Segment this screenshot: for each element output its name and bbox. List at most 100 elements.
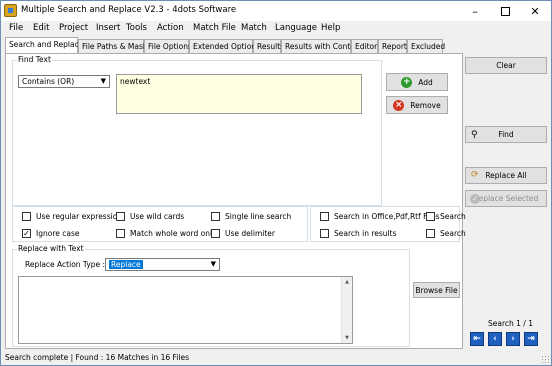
remove-button[interactable]: × Remove — [386, 96, 448, 114]
status-bar-text: Search complete | Found : 16 Matches in … — [5, 353, 189, 362]
search-a-checkbox[interactable]: Search — [426, 212, 466, 221]
checkbox-box — [426, 229, 435, 238]
action-type-value: Replace — [109, 260, 143, 269]
tab-search-and-replace[interactable]: Search and Replace — [5, 37, 83, 53]
ignore-case-label: Ignore case — [36, 229, 80, 238]
clear-button[interactable]: Clear — [465, 57, 547, 74]
tab-results-with-context[interactable]: Results with Context — [281, 39, 362, 53]
maximize-icon — [500, 6, 510, 16]
match-whole-word-label: Match whole word only — [130, 229, 217, 238]
checkbox-box — [211, 212, 220, 221]
plus-icon: + — [401, 76, 413, 88]
single-line-label: Single line search — [225, 212, 292, 221]
tab-extended-options[interactable]: Extended Options — [189, 39, 260, 53]
action-type-label: Replace Action Type : — [25, 260, 106, 269]
browse-file-button[interactable]: Browse File — [413, 282, 460, 298]
scroll-down-icon: ▼ — [345, 335, 349, 341]
find-text-input[interactable]: newtext — [116, 74, 362, 114]
maximize-button[interactable] — [490, 1, 520, 21]
magnifier-icon: ⚲ — [471, 130, 478, 140]
find-text-label: Find Text — [17, 55, 52, 64]
search-counter: Search 1 / 1 — [488, 319, 533, 328]
find-label: Find — [498, 130, 514, 139]
chevron-down-icon: ▼ — [210, 260, 216, 268]
tab-excluded[interactable]: Excluded — [407, 39, 445, 53]
clear-label: Clear — [496, 61, 516, 70]
search-replace-panel: Find Text Contains (OR) ▼ newtext + Add … — [5, 53, 466, 349]
remove-label: Remove — [410, 100, 441, 110]
app-window: Multiple Search and Replace V2.3 - 4dots… — [0, 0, 552, 366]
window-title: Multiple Search and Replace V2.3 - 4dots… — [21, 5, 237, 15]
menu-bar: File Edit Project Insert Tools Action Ma… — [1, 21, 551, 37]
find-text-group: Find Text Contains (OR) ▼ newtext — [12, 55, 382, 206]
checkbox-box — [211, 229, 220, 238]
resize-grip-icon[interactable] — [541, 355, 549, 363]
use-delimiter-checkbox[interactable]: Use delimiter — [211, 229, 275, 238]
checkbox-box — [426, 212, 435, 221]
menu-tools[interactable]: Tools — [126, 23, 147, 33]
menu-match-file[interactable]: Match File — [193, 23, 236, 33]
first-result-button[interactable]: ⇤ — [470, 332, 484, 346]
checkbox-box — [320, 229, 329, 238]
use-regex-checkbox[interactable]: Use regular expression — [22, 212, 122, 221]
ignore-case-checkbox[interactable]: ✓ Ignore case — [22, 229, 79, 238]
find-text-value: newtext — [120, 77, 151, 86]
checkbox-box — [116, 229, 125, 238]
single-line-checkbox[interactable]: Single line search — [211, 212, 291, 221]
tab-file-paths-masks[interactable]: File Paths & Masks — [78, 39, 151, 53]
replace-all-label: Replace All — [485, 171, 527, 180]
last-result-button[interactable]: ⇥ — [524, 332, 538, 346]
tab-editor[interactable]: Editor — [351, 39, 378, 53]
next-result-button[interactable]: › — [506, 332, 520, 346]
chevron-down-icon: ▼ — [100, 77, 106, 85]
search-office-checkbox[interactable]: Search in Office,Pdf,Rtf Files — [320, 212, 440, 221]
menu-file[interactable]: File — [9, 23, 23, 33]
replace-selected-icon: ✓ — [470, 194, 480, 204]
menu-project[interactable]: Project — [59, 23, 88, 33]
tab-report[interactable]: Report — [378, 39, 407, 53]
search-b-label: Search — [440, 229, 466, 238]
find-button[interactable]: ⚲ Find — [465, 126, 547, 143]
scroll-up-icon: ▲ — [345, 279, 349, 285]
close-button[interactable]: ✕ — [520, 1, 550, 21]
replace-selected-button[interactable]: ✓ Replace Selected — [465, 190, 547, 207]
menu-match[interactable]: Match — [241, 23, 267, 33]
replace-all-icon: ⟳ — [471, 170, 479, 180]
search-in-group: Search in Office,Pdf,Rtf Files Search in… — [310, 206, 466, 242]
search-b-checkbox[interactable]: Search — [426, 229, 466, 238]
menu-action[interactable]: Action — [157, 23, 184, 33]
menu-help[interactable]: Help — [321, 23, 340, 33]
use-wildcards-checkbox[interactable]: Use wild cards — [116, 212, 184, 221]
replace-text-input[interactable]: ▲ ▼ — [18, 276, 353, 344]
search-a-label: Search — [440, 212, 466, 221]
search-office-label: Search in Office,Pdf,Rtf Files — [334, 212, 440, 221]
replace-text-scrollbar[interactable]: ▲ ▼ — [341, 277, 352, 343]
previous-result-button[interactable]: ‹ — [488, 332, 502, 346]
find-type-select[interactable]: Contains (OR) ▼ — [18, 75, 110, 88]
title-bar: Multiple Search and Replace V2.3 - 4dots… — [1, 1, 551, 21]
replace-selected-label: Replace Selected — [473, 194, 539, 203]
action-type-select[interactable]: Replace ▼ — [105, 258, 220, 271]
remove-icon: × — [393, 99, 405, 111]
minimize-button[interactable]: – — [460, 1, 490, 21]
menu-edit[interactable]: Edit — [33, 23, 49, 33]
search-options-group: Use regular expression Use wild cards Si… — [12, 206, 308, 242]
add-button[interactable]: + Add — [386, 73, 448, 91]
use-wildcards-label: Use wild cards — [130, 212, 185, 221]
checkmark-icon: ✓ — [22, 229, 31, 238]
tab-file-options[interactable]: File Options — [144, 39, 192, 53]
search-in-results-label: Search in results — [334, 229, 397, 238]
use-delimiter-label: Use delimiter — [225, 229, 275, 238]
use-regex-label: Use regular expression — [36, 212, 123, 221]
replace-all-button[interactable]: ⟳ Replace All — [465, 167, 547, 184]
search-in-results-checkbox[interactable]: Search in results — [320, 229, 397, 238]
checkbox-box — [22, 212, 31, 221]
match-whole-word-checkbox[interactable]: Match whole word only — [116, 229, 217, 238]
tab-results[interactable]: Results — [253, 39, 284, 53]
browse-file-label: Browse File — [415, 285, 458, 295]
replace-text-label: Replace with Text — [17, 244, 85, 253]
replace-text-group: Replace with Text Replace Action Type : … — [12, 244, 410, 347]
menu-insert[interactable]: Insert — [96, 23, 120, 33]
menu-language[interactable]: Language — [275, 23, 317, 33]
add-label: Add — [418, 77, 433, 87]
